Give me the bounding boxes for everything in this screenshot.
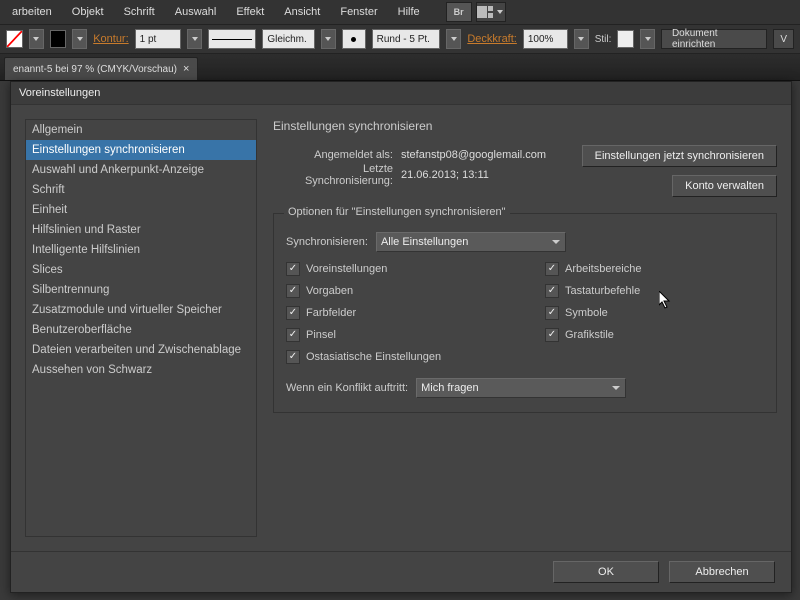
sidebar-item[interactable]: Benutzeroberfläche	[26, 320, 256, 340]
checkbox-label: Farbfelder	[306, 307, 356, 319]
dialog-title: Voreinstellungen	[11, 82, 791, 105]
sync-option: Grafikstile	[545, 328, 764, 342]
opacity-dropdown[interactable]	[574, 29, 589, 49]
brush-preview[interactable]	[342, 29, 366, 49]
menu-item[interactable]: arbeiten	[4, 4, 60, 20]
last-sync-value: 21.06.2013; 13:11	[401, 169, 489, 181]
sidebar-item[interactable]: Schrift	[26, 180, 256, 200]
document-tab[interactable]: enannt-5 bei 97 % (CMYK/Vorschau) ×	[4, 57, 198, 80]
menu-item[interactable]: Ansicht	[276, 4, 328, 20]
align-button[interactable]: V	[773, 29, 794, 49]
sync-option: Voreinstellungen	[286, 262, 505, 276]
sync-option: Pinsel	[286, 328, 505, 342]
sidebar-item[interactable]: Allgemein	[26, 120, 256, 140]
fill-dropdown[interactable]	[29, 29, 44, 49]
opacity-field[interactable]: 100%	[523, 29, 568, 49]
stroke-dropdown[interactable]	[72, 29, 87, 49]
style-swatch[interactable]	[617, 30, 634, 48]
sidebar-item[interactable]: Auswahl und Ankerpunkt-Anzeige	[26, 160, 256, 180]
menu-item[interactable]: Auswahl	[167, 4, 225, 20]
checkbox-label: Vorgaben	[306, 285, 353, 297]
menu-item[interactable]: Objekt	[64, 4, 112, 20]
sidebar-item[interactable]: Silbentrennung	[26, 280, 256, 300]
sidebar-item[interactable]: Dateien verarbeiten und Zwischenablage	[26, 340, 256, 360]
east-asian-label: Ostasiatische Einstellungen	[306, 351, 441, 363]
stroke-weight-dropdown[interactable]	[187, 29, 202, 49]
checkbox-label: Tastaturbefehle	[565, 285, 640, 297]
checkbox[interactable]	[545, 328, 559, 342]
sidebar-item[interactable]: Einheit	[26, 200, 256, 220]
bridge-button[interactable]: Br	[446, 2, 472, 22]
menubar: arbeiten Objekt Schrift Auswahl Effekt A…	[0, 0, 800, 25]
signed-in-label: Angemeldet als:	[273, 149, 393, 161]
ok-button[interactable]: OK	[553, 561, 659, 583]
menu-item[interactable]: Effekt	[228, 4, 272, 20]
close-icon[interactable]: ×	[183, 63, 189, 75]
checkbox[interactable]	[286, 284, 300, 298]
sidebar-item[interactable]: Aussehen von Schwarz	[26, 360, 256, 380]
stroke-label[interactable]: Kontur:	[93, 33, 128, 45]
document-setup-button[interactable]: Dokument einrichten	[661, 29, 767, 49]
conflict-label: Wenn ein Konflikt auftritt:	[286, 382, 408, 394]
menu-item[interactable]: Fenster	[332, 4, 385, 20]
document-tabbar: enannt-5 bei 97 % (CMYK/Vorschau) ×	[0, 54, 800, 81]
prefs-main: Einstellungen synchronisieren Angemeldet…	[273, 119, 777, 537]
checkbox[interactable]	[286, 262, 300, 276]
sync-now-button[interactable]: Einstellungen jetzt synchronisieren	[582, 145, 777, 167]
sync-scope-select[interactable]: Alle Einstellungen	[376, 232, 566, 252]
checkbox[interactable]	[286, 306, 300, 320]
options-bar: Kontur: 1 pt Gleichm. Rund - 5 Pt. Deckk…	[0, 25, 800, 54]
checkbox[interactable]	[286, 328, 300, 342]
tab-label: enannt-5 bei 97 % (CMYK/Vorschau)	[13, 64, 177, 75]
opacity-label[interactable]: Deckkraft:	[467, 33, 517, 45]
sidebar-item[interactable]: Einstellungen synchronisieren	[26, 140, 256, 160]
sync-option: Vorgaben	[286, 284, 505, 298]
checkbox-label: Pinsel	[306, 329, 336, 341]
dialog-footer: OK Abbrechen	[11, 551, 791, 592]
brush-label: Rund - 5 Pt.	[372, 29, 441, 49]
checkbox[interactable]	[545, 306, 559, 320]
prefs-sidebar: AllgemeinEinstellungen synchronisierenAu…	[25, 119, 257, 537]
stroke-profile-preview[interactable]	[208, 29, 256, 49]
east-asian-checkbox[interactable]	[286, 350, 300, 364]
signed-in-value: stefanstp08@googlemail.com	[401, 149, 546, 161]
cancel-button[interactable]: Abbrechen	[669, 561, 775, 583]
last-sync-label: Letzte Synchronisierung:	[273, 163, 393, 187]
sync-option: Arbeitsbereiche	[545, 262, 764, 276]
preferences-dialog: Voreinstellungen AllgemeinEinstellungen …	[10, 81, 792, 593]
workspace-layout-button[interactable]	[476, 2, 506, 22]
brush-dropdown[interactable]	[446, 29, 461, 49]
workspace: Voreinstellungen AllgemeinEinstellungen …	[0, 81, 800, 600]
menu-item[interactable]: Hilfe	[390, 4, 428, 20]
stroke-weight-field[interactable]: 1 pt	[135, 29, 182, 49]
stroke-swatch[interactable]	[50, 30, 67, 48]
fill-swatch[interactable]	[6, 30, 23, 48]
sync-options-group: Optionen für "Einstellungen synchronisie…	[273, 213, 777, 413]
stroke-profile-dropdown[interactable]	[321, 29, 336, 49]
group-title: Optionen für "Einstellungen synchronisie…	[284, 206, 510, 218]
style-dropdown[interactable]	[640, 29, 655, 49]
manage-account-button[interactable]: Konto verwalten	[672, 175, 777, 197]
checkbox-label: Grafikstile	[565, 329, 614, 341]
sidebar-item[interactable]: Hilfslinien und Raster	[26, 220, 256, 240]
style-label: Stil:	[595, 34, 612, 45]
checkbox-label: Voreinstellungen	[306, 263, 387, 275]
menu-item[interactable]: Schrift	[116, 4, 163, 20]
checkbox[interactable]	[545, 284, 559, 298]
app-window: arbeiten Objekt Schrift Auswahl Effekt A…	[0, 0, 800, 600]
sidebar-item[interactable]: Intelligente Hilfslinien	[26, 240, 256, 260]
sync-option: Tastaturbefehle	[545, 284, 764, 298]
checkbox[interactable]	[545, 262, 559, 276]
sidebar-item[interactable]: Slices	[26, 260, 256, 280]
checkbox-label: Symbole	[565, 307, 608, 319]
conflict-select[interactable]: Mich fragen	[416, 378, 626, 398]
checkbox-label: Arbeitsbereiche	[565, 263, 641, 275]
sidebar-item[interactable]: Zusatzmodule und virtueller Speicher	[26, 300, 256, 320]
sync-option: Symbole	[545, 306, 764, 320]
sync-select-label: Synchronisieren:	[286, 236, 368, 248]
sync-option: Farbfelder	[286, 306, 505, 320]
panel-title: Einstellungen synchronisieren	[273, 119, 777, 133]
stroke-profile-label: Gleichm.	[262, 29, 314, 49]
